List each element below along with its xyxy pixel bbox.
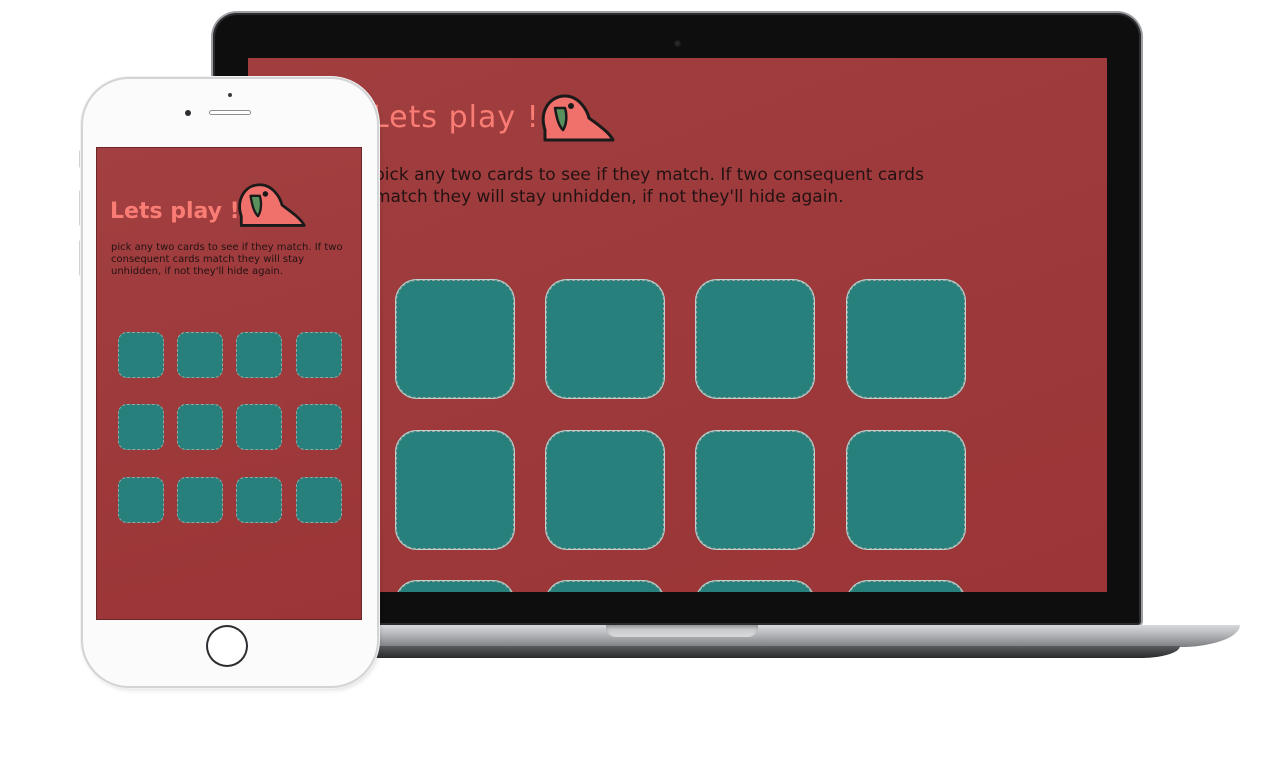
card[interactable] bbox=[545, 430, 665, 550]
card[interactable] bbox=[177, 404, 223, 450]
laptop-page-title: Lets play ! bbox=[372, 100, 540, 135]
laptop-instructions: pick any two cards to see if they match.… bbox=[374, 165, 924, 207]
phone-camera bbox=[185, 110, 191, 116]
card[interactable] bbox=[695, 279, 815, 399]
card[interactable] bbox=[236, 404, 282, 450]
card[interactable] bbox=[236, 477, 282, 523]
card[interactable] bbox=[177, 332, 223, 378]
phone-earpiece bbox=[209, 110, 251, 115]
card[interactable] bbox=[395, 279, 515, 399]
card[interactable] bbox=[846, 279, 966, 399]
parrot-icon bbox=[238, 183, 306, 227]
card[interactable] bbox=[118, 332, 164, 378]
phone-page-title: Lets play ! bbox=[110, 199, 240, 224]
card[interactable] bbox=[846, 580, 966, 592]
laptop-camera bbox=[674, 40, 681, 47]
parrot-icon bbox=[541, 94, 615, 142]
card[interactable] bbox=[395, 430, 515, 550]
card[interactable] bbox=[846, 430, 966, 550]
card[interactable] bbox=[118, 404, 164, 450]
card[interactable] bbox=[296, 477, 342, 523]
phone-sensor bbox=[228, 93, 232, 97]
card[interactable] bbox=[296, 332, 342, 378]
card[interactable] bbox=[695, 430, 815, 550]
card[interactable] bbox=[236, 332, 282, 378]
phone-home-button[interactable] bbox=[208, 627, 246, 665]
laptop-trackpad-notch bbox=[606, 625, 758, 637]
card[interactable] bbox=[118, 477, 164, 523]
card[interactable] bbox=[545, 580, 665, 592]
phone-instructions: pick any two cards to see if they match.… bbox=[111, 242, 343, 277]
card[interactable] bbox=[695, 580, 815, 592]
laptop-base-shadow bbox=[320, 646, 1180, 658]
card[interactable] bbox=[177, 477, 223, 523]
card[interactable] bbox=[296, 404, 342, 450]
card[interactable] bbox=[395, 580, 515, 592]
card[interactable] bbox=[545, 279, 665, 399]
